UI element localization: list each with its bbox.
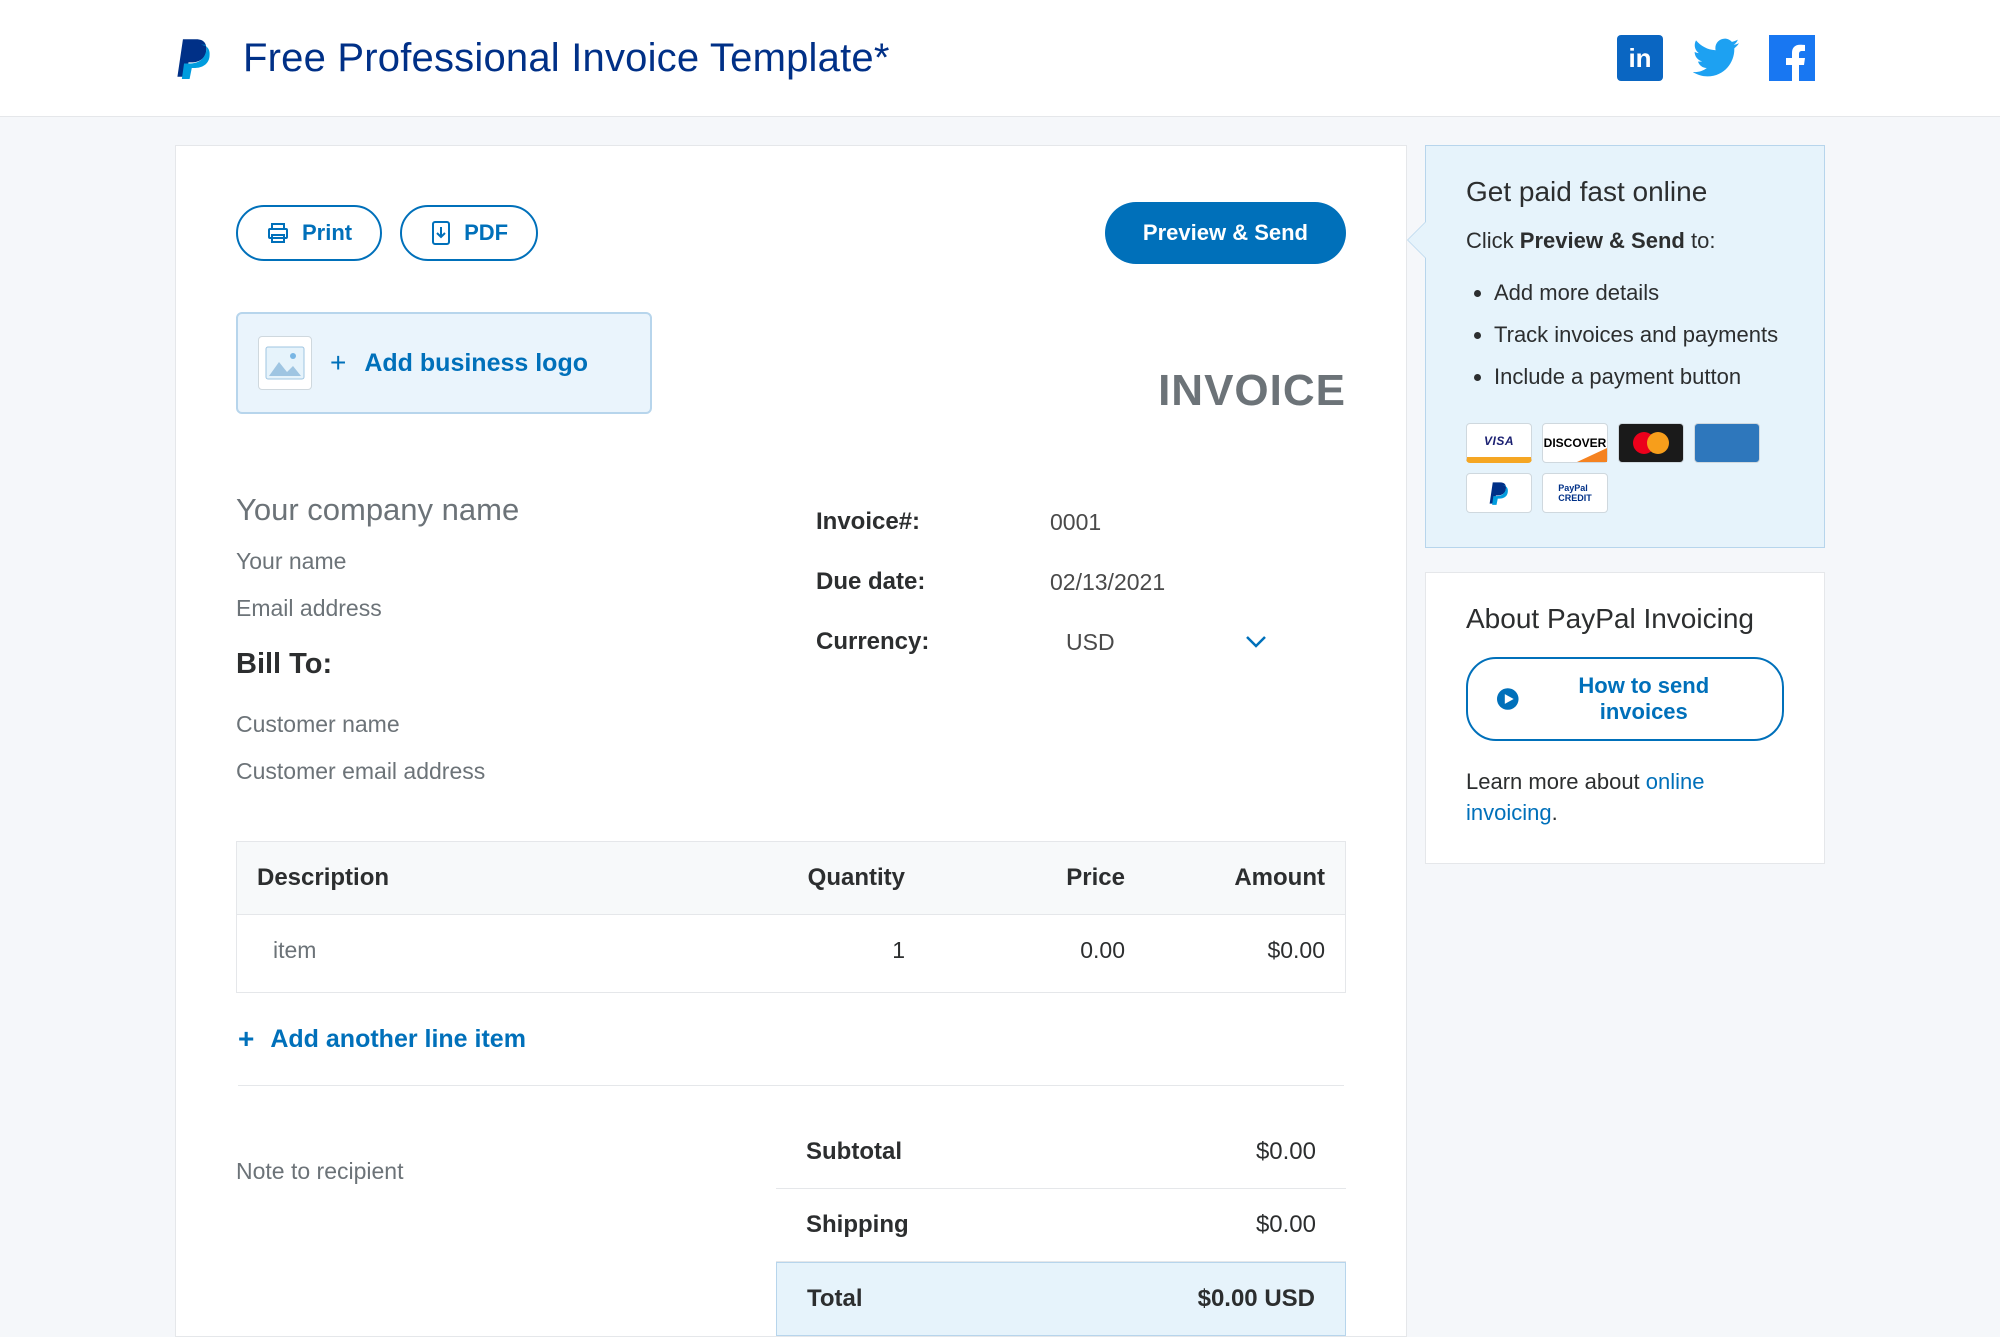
benefit-item: Add more details	[1494, 272, 1784, 314]
col-price: Price	[905, 864, 1125, 892]
svg-text:in: in	[1628, 43, 1651, 73]
about-heading: About PayPal Invoicing	[1466, 603, 1784, 635]
print-label: Print	[302, 220, 352, 246]
share-linkedin[interactable]: in	[1617, 35, 1663, 81]
share-twitter[interactable]	[1693, 35, 1739, 81]
your-name-input[interactable]	[236, 548, 806, 575]
page-title: Free Professional Invoice Template*	[243, 36, 1617, 81]
totals: Subtotal $0.00 Shipping $0.00 Total $0.0…	[776, 1116, 1346, 1336]
item-amount: $0.00	[1125, 937, 1325, 964]
paypal-icon	[1466, 473, 1532, 513]
line-item-row[interactable]: item 1 0.00 $0.00	[237, 915, 1345, 992]
about-panel: About PayPal Invoicing How to send invoi…	[1425, 572, 1825, 864]
payment-methods: VISA DISCOVER PayPalCREDIT	[1466, 423, 1784, 513]
invoice-editor: Print PDF Preview & Send + Add business …	[175, 145, 1407, 1337]
add-line-label: Add another line item	[270, 1025, 526, 1054]
add-logo-uploader[interactable]: + Add business logo	[236, 312, 652, 414]
how-to-send-button[interactable]: How to send invoices	[1466, 657, 1784, 741]
line-items-table: Description Quantity Price Amount item 1…	[236, 841, 1346, 993]
shipping-label: Shipping	[806, 1211, 909, 1239]
print-button[interactable]: Print	[236, 205, 382, 261]
how-to-send-label: How to send invoices	[1534, 673, 1754, 725]
learn-more-text: Learn more about online invoicing.	[1466, 767, 1784, 829]
get-paid-panel: Get paid fast online Click Preview & Sen…	[1425, 145, 1825, 548]
pdf-label: PDF	[464, 220, 508, 246]
col-description: Description	[257, 864, 725, 892]
plus-icon: +	[238, 1023, 254, 1055]
chevron-down-icon	[1245, 635, 1267, 649]
note-input[interactable]	[236, 1158, 668, 1185]
discover-icon: DISCOVER	[1542, 423, 1608, 463]
col-quantity: Quantity	[725, 864, 905, 892]
invoice-heading: INVOICE	[1158, 366, 1346, 416]
image-placeholder-icon	[258, 336, 312, 390]
print-icon	[266, 221, 290, 245]
benefit-item: Include a payment button	[1494, 356, 1784, 398]
company-name-input[interactable]	[236, 492, 806, 528]
currency-value: USD	[1066, 629, 1115, 656]
pdf-icon	[430, 220, 452, 246]
item-quantity[interactable]: 1	[725, 937, 905, 964]
item-price[interactable]: 0.00	[905, 937, 1125, 964]
shipping-value[interactable]: $0.00	[1256, 1211, 1316, 1239]
currency-select[interactable]: USD	[1066, 629, 1267, 656]
get-paid-heading: Get paid fast online	[1466, 176, 1784, 208]
visa-icon: VISA	[1466, 423, 1532, 463]
customer-email-input[interactable]	[236, 758, 806, 785]
email-input[interactable]	[236, 595, 806, 622]
item-description[interactable]: item	[273, 937, 725, 964]
paypal-logo-icon	[175, 37, 213, 79]
total-value: $0.00 USD	[1198, 1285, 1315, 1313]
subtotal-label: Subtotal	[806, 1138, 902, 1166]
subtotal-value: $0.00	[1256, 1138, 1316, 1166]
benefit-item: Track invoices and payments	[1494, 314, 1784, 356]
pdf-button[interactable]: PDF	[400, 205, 538, 261]
due-date-input[interactable]	[1050, 569, 1346, 596]
currency-label: Currency:	[816, 628, 1066, 656]
mastercard-icon	[1618, 423, 1684, 463]
get-paid-subtext: Click Preview & Send to:	[1466, 228, 1784, 254]
invoice-number-label: Invoice#:	[816, 508, 1050, 536]
total-label: Total	[807, 1285, 863, 1313]
preview-send-button[interactable]: Preview & Send	[1105, 202, 1346, 264]
col-amount: Amount	[1125, 864, 1325, 892]
plus-icon: +	[330, 347, 346, 379]
amex-icon	[1694, 423, 1760, 463]
top-bar: Free Professional Invoice Template* in	[0, 0, 2000, 117]
customer-name-input[interactable]	[236, 711, 806, 738]
due-date-label: Due date:	[816, 568, 1050, 596]
play-icon	[1496, 687, 1520, 711]
bill-to-heading: Bill To:	[236, 648, 806, 681]
add-line-item-button[interactable]: + Add another line item	[238, 993, 1344, 1086]
add-logo-label: Add business logo	[364, 349, 588, 378]
share-facebook[interactable]	[1769, 35, 1815, 81]
paypal-credit-icon: PayPalCREDIT	[1542, 473, 1608, 513]
invoice-number-input[interactable]	[1050, 509, 1346, 536]
